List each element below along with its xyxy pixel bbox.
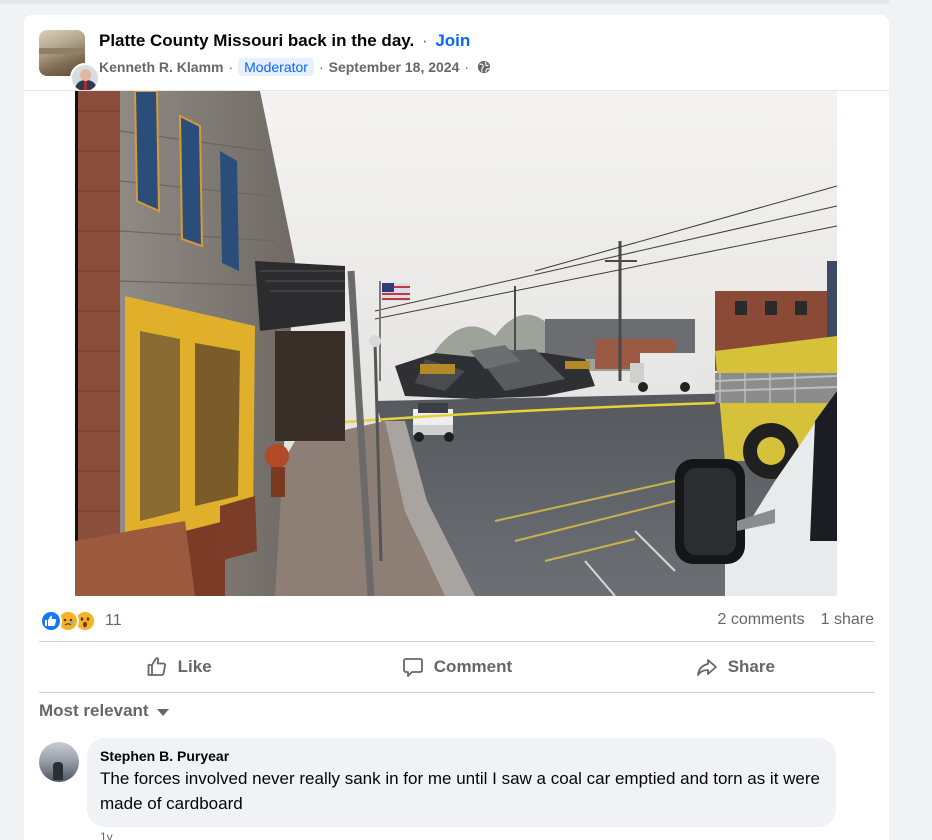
actions-divider	[39, 692, 874, 693]
comments-count-link[interactable]: 2 comments	[717, 611, 804, 629]
comment-button[interactable]: Comment	[317, 645, 595, 689]
meta-separator: ·	[464, 59, 470, 75]
like-label: Like	[177, 657, 212, 676]
shares-count-link[interactable]: 1 share	[821, 611, 874, 629]
comment-bubble-icon	[402, 658, 423, 677]
post-title-row: Platte County Missouri back in the day. …	[99, 31, 470, 51]
top-edge	[0, 0, 932, 4]
engagement-stats: 2 comments 1 share	[717, 611, 874, 629]
author-name-link[interactable]: Kenneth R. Klamm	[99, 59, 223, 75]
like-button[interactable]: Like	[39, 645, 317, 689]
street-scene-photo[interactable]	[75, 91, 837, 596]
group-name-link[interactable]: Platte County Missouri back in the day.	[99, 31, 414, 50]
meta-separator: ·	[318, 59, 324, 75]
meta-separator: ·	[228, 59, 234, 75]
sort-label: Most relevant	[39, 701, 149, 720]
globe-icon[interactable]	[477, 60, 491, 74]
join-button[interactable]: Join	[435, 31, 470, 50]
like-reaction-icon	[40, 610, 62, 632]
post-date-link[interactable]: September 18, 2024	[329, 59, 460, 75]
post-card: Platte County Missouri back in the day. …	[24, 15, 889, 840]
comment-bubble: Stephen B. Puryear The forces involved n…	[87, 738, 836, 827]
share-arrow-icon	[696, 659, 717, 676]
comment-label: Comment	[433, 657, 513, 676]
commenter-avatar[interactable]	[39, 742, 79, 782]
thumbs-up-icon	[147, 657, 166, 676]
share-label: Share	[727, 657, 775, 676]
stats-divider	[39, 641, 874, 642]
comment-text: The forces involved never really sank in…	[100, 769, 821, 813]
title-separator: ·	[421, 31, 428, 50]
commenter-name-link[interactable]: Stephen B. Puryear	[100, 747, 823, 765]
post-actions: Like Comment Share	[39, 645, 874, 689]
page-background-right	[889, 0, 932, 840]
comment-timestamp[interactable]: 1y	[100, 830, 113, 840]
share-button[interactable]: Share	[596, 645, 874, 689]
reaction-count[interactable]: 11	[105, 612, 122, 630]
post-meta: Kenneth R. Klamm · Moderator · September…	[99, 58, 491, 76]
caret-down-icon	[156, 709, 169, 716]
comment-sort-dropdown[interactable]: Most relevant	[39, 701, 169, 721]
author-avatar[interactable]	[70, 63, 100, 93]
moderator-badge[interactable]: Moderator	[238, 58, 314, 76]
reaction-summary[interactable]: 11	[40, 608, 122, 634]
